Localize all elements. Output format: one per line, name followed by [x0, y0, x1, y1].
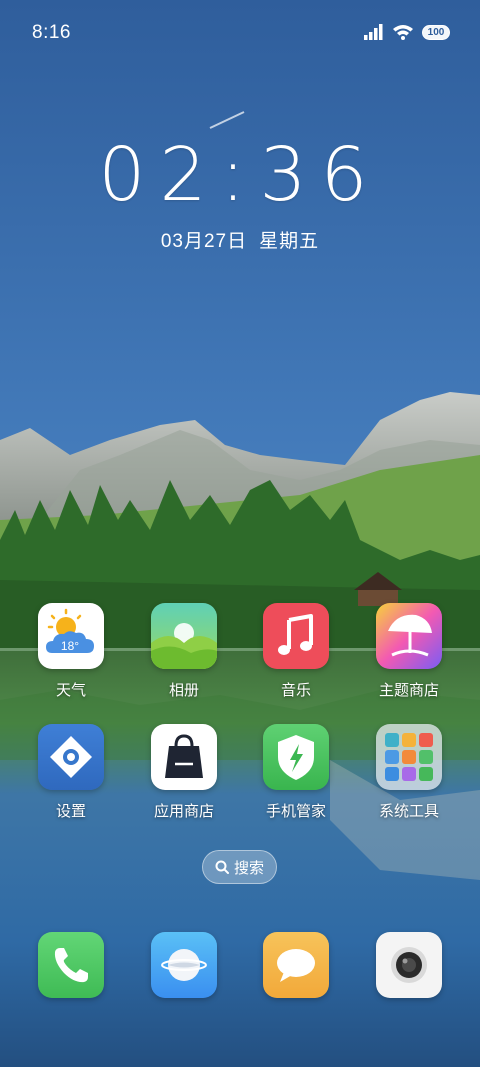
app-label: 主题商店: [378, 682, 439, 699]
app-label: 系统工具: [378, 803, 439, 820]
browser-icon: [151, 932, 217, 998]
camera-icon: [376, 932, 442, 998]
app-theme-store[interactable]: 主题商店: [359, 603, 459, 700]
dock-phone[interactable]: [21, 932, 121, 998]
app-label: 天气: [55, 682, 86, 699]
system-tools-folder-icon: [376, 724, 442, 790]
date-text: 03月27日: [160, 231, 248, 252]
app-label: 手机管家: [265, 803, 326, 820]
dock-messages[interactable]: [246, 932, 346, 998]
app-settings[interactable]: 设置: [21, 724, 121, 821]
app-phone-manager[interactable]: 手机管家: [246, 724, 346, 821]
status-bar: 8:16 100: [0, 0, 480, 68]
app-label: 应用商店: [153, 803, 214, 820]
app-weather[interactable]: 18° 天气: [21, 603, 121, 700]
search-label: 搜索: [233, 859, 264, 877]
battery-level: 100: [427, 26, 445, 38]
wifi-icon: [393, 25, 413, 40]
app-app-store[interactable]: 应用商店: [134, 724, 234, 821]
search-button[interactable]: 搜索: [202, 850, 277, 884]
weather-temp: 18°: [61, 639, 79, 653]
status-icons: 100: [364, 24, 450, 40]
shooting-star-icon: [209, 111, 245, 129]
music-icon: [263, 603, 329, 669]
signal-icon: [364, 24, 383, 40]
clock-widget-time[interactable]: 02:36: [0, 132, 480, 218]
app-label: 设置: [55, 803, 86, 820]
phone-icon: [38, 932, 104, 998]
app-label: 相册: [168, 682, 199, 699]
app-store-icon: [151, 724, 217, 790]
battery-icon: 100: [422, 24, 450, 40]
app-music[interactable]: 音乐: [246, 603, 346, 700]
settings-icon: [38, 724, 104, 790]
app-label: 音乐: [280, 682, 311, 699]
weekday-text: 星期五: [259, 231, 320, 252]
dock-browser[interactable]: [134, 932, 234, 998]
clock-widget-date[interactable]: 03月27日 星期五: [0, 226, 480, 253]
folder-system-tools[interactable]: 系统工具: [359, 724, 459, 821]
gallery-icon: [151, 603, 217, 669]
messages-icon: [263, 932, 329, 998]
dock-camera[interactable]: [359, 932, 459, 998]
search-icon: [215, 860, 229, 874]
phone-manager-icon: [263, 724, 329, 790]
status-time: 8:16: [32, 22, 71, 43]
theme-store-icon: [376, 603, 442, 669]
weather-icon: 18°: [38, 603, 104, 669]
app-gallery[interactable]: 相册: [134, 603, 234, 700]
